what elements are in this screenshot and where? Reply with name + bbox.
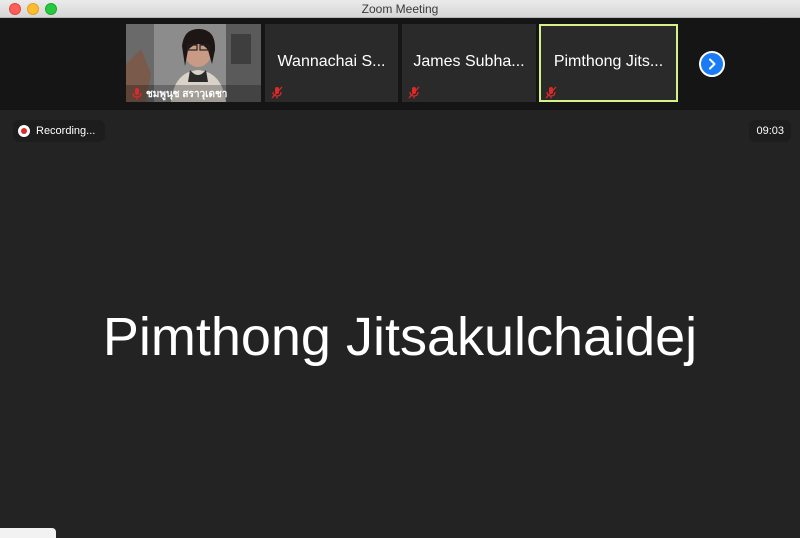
participant-name: Wannachai S... <box>277 53 386 70</box>
participant-strip: ชมพูนุช สราวุเดชา Wannachai S... James S… <box>0 18 800 110</box>
mic-muted-icon <box>270 86 283 99</box>
next-page-button[interactable] <box>699 51 725 77</box>
participant-tile-video[interactable]: ชมพูนุช สราวุเดชา <box>126 24 261 102</box>
participant-tile-active-speaker[interactable]: Pimthong Jits... <box>539 24 678 102</box>
mic-muted-icon <box>407 86 420 99</box>
record-icon <box>18 125 30 137</box>
mic-muted-icon <box>544 86 557 99</box>
title-bar: Zoom Meeting <box>0 0 800 18</box>
window-title: Zoom Meeting <box>361 2 439 16</box>
desktop-corner <box>0 528 56 538</box>
participant-video-name-bar: ชมพูนุช สราวุเดชา <box>126 85 261 102</box>
recording-label: Recording... <box>36 125 96 137</box>
participant-name: ชมพูนุช สราวุเดชา <box>146 89 228 100</box>
participant-tile[interactable]: James Subha... <box>402 24 536 102</box>
participant-name: Pimthong Jits... <box>553 53 664 70</box>
meeting-timer: 09:03 <box>749 120 791 142</box>
participant-name: James Subha... <box>413 53 525 70</box>
active-speaker-view: Recording... 09:03 Pimthong Jitsakulchai… <box>0 110 800 538</box>
chevron-right-icon <box>707 58 717 70</box>
active-speaker-name: Pimthong Jitsakulchaidej <box>102 307 698 367</box>
mic-muted-icon <box>130 87 143 100</box>
participant-tile[interactable]: Wannachai S... <box>265 24 398 102</box>
recording-indicator[interactable]: Recording... <box>13 120 106 142</box>
zoom-window: Zoom Meeting ชมพูนุช สราวุเดชา Wannachai… <box>0 0 800 538</box>
